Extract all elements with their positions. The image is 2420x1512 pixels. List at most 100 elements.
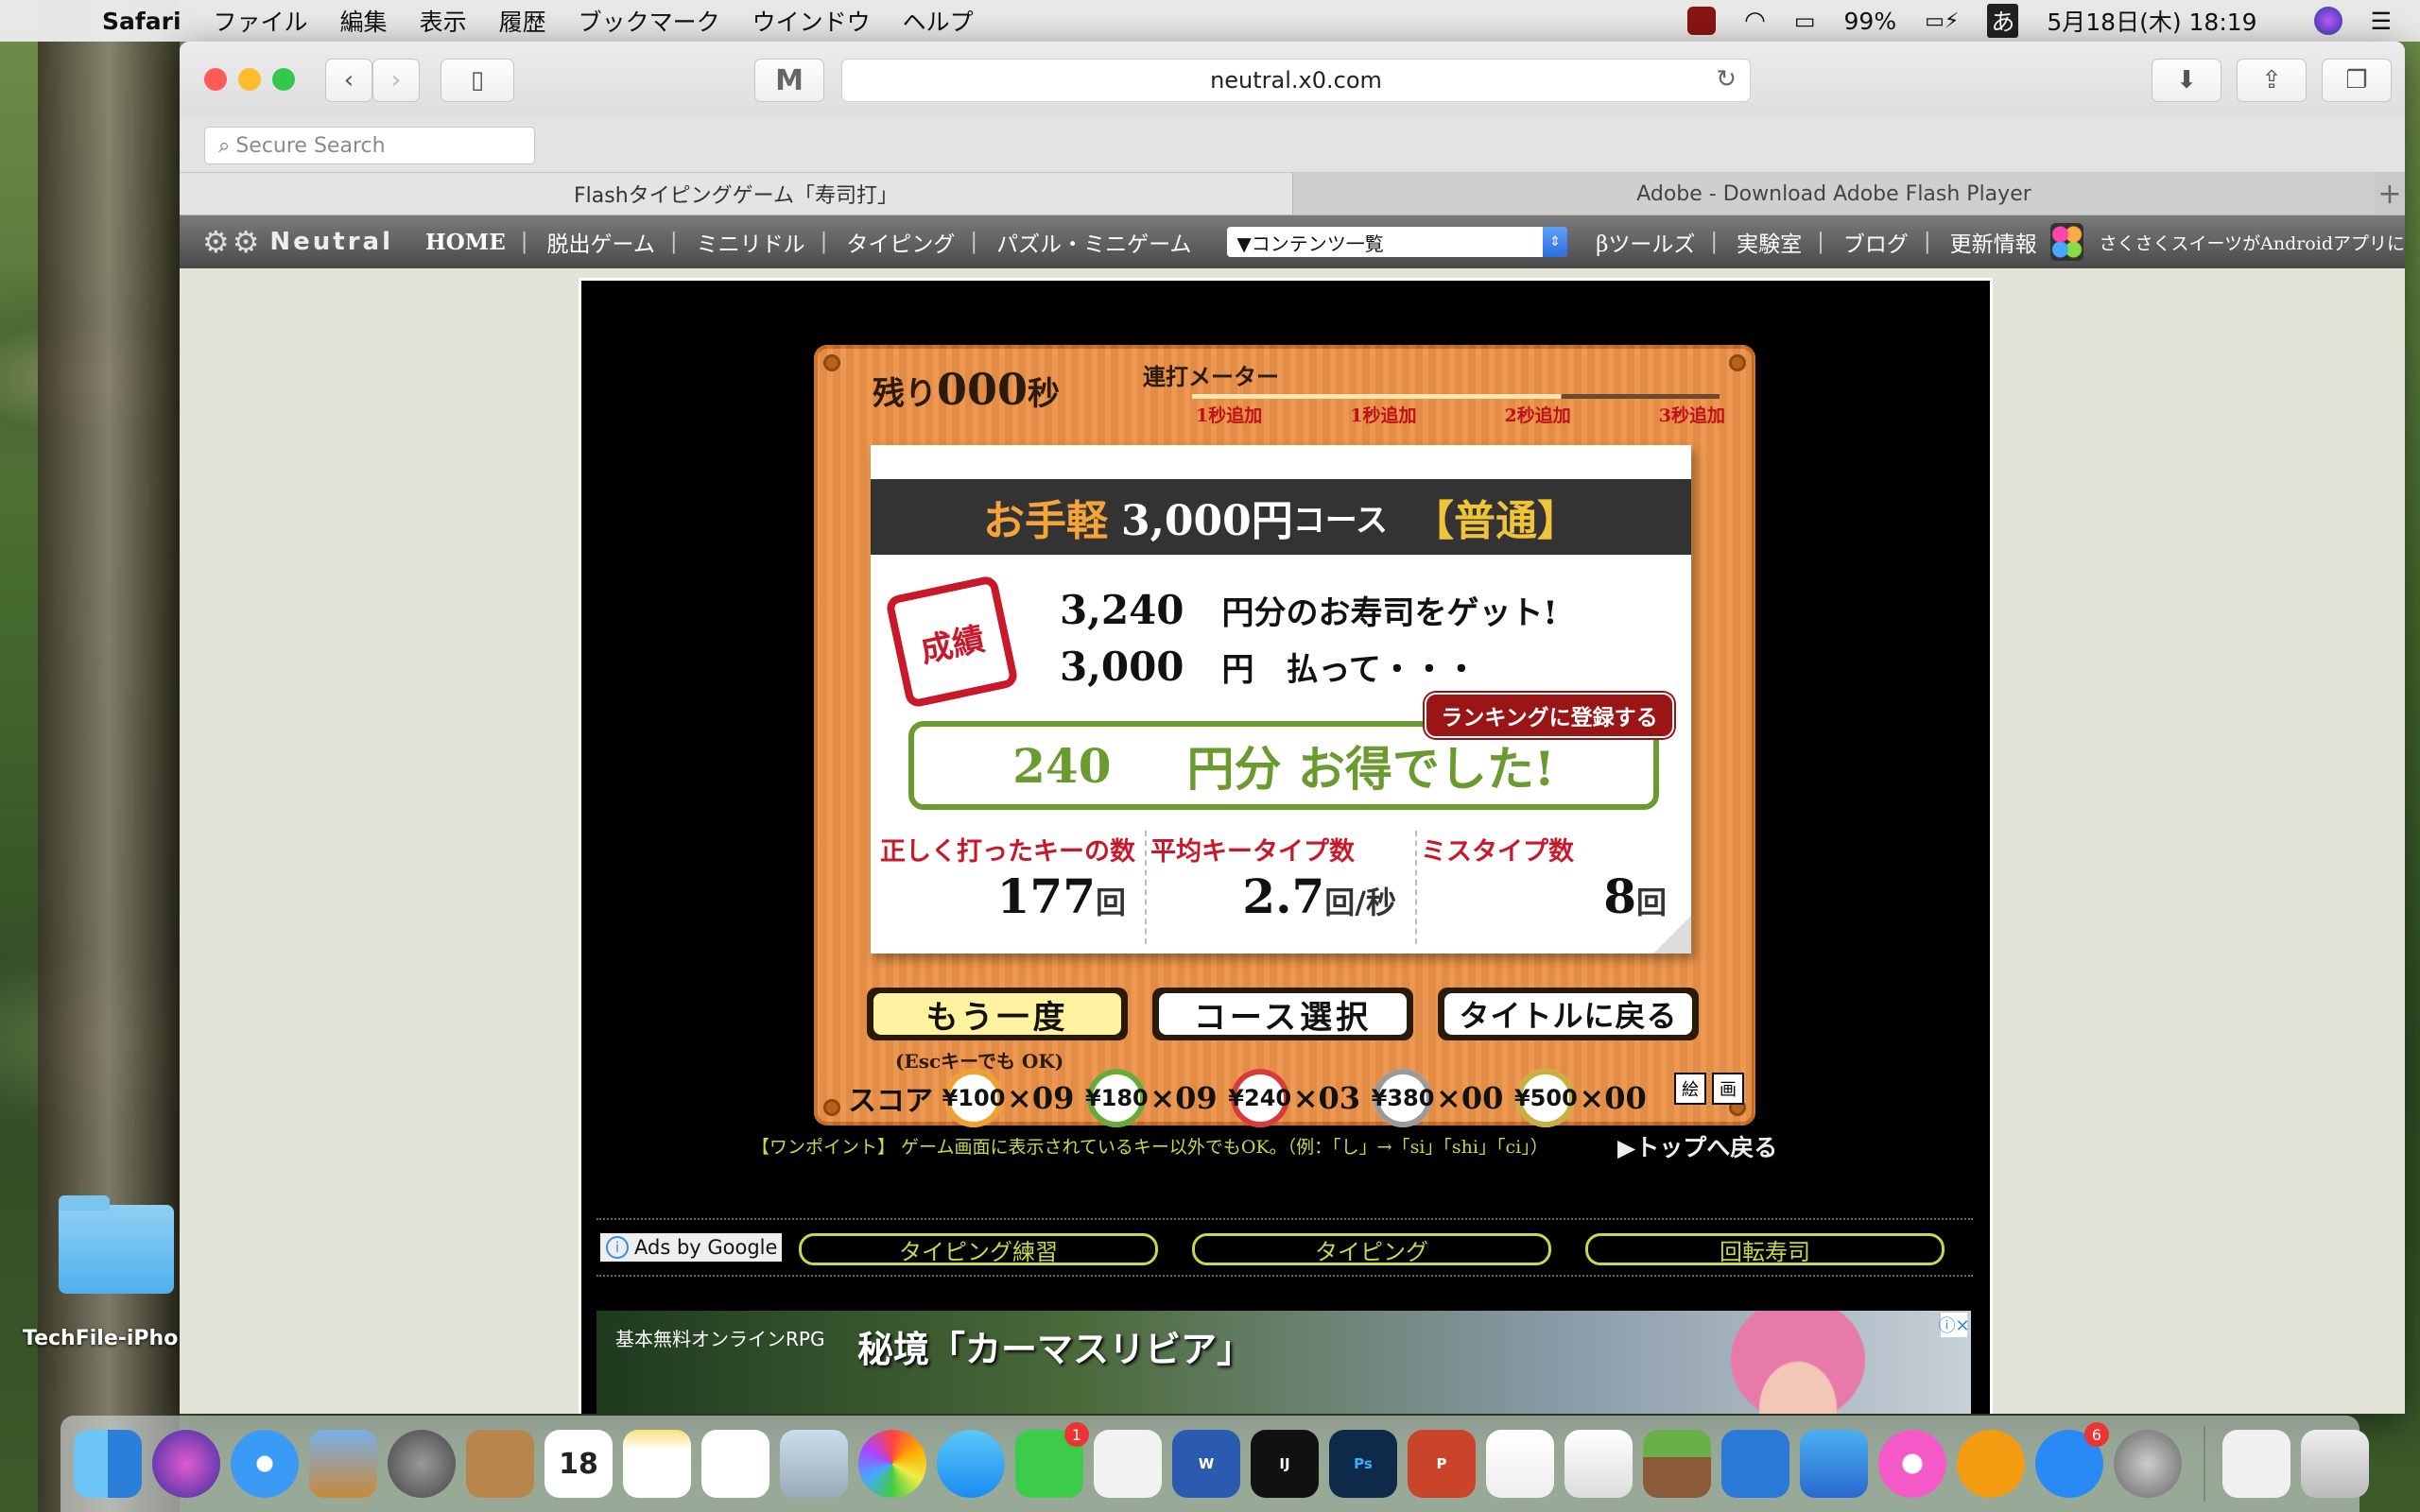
back-button[interactable]: ‹: [325, 59, 372, 102]
ads-by-google[interactable]: i Ads by Google: [600, 1233, 782, 1262]
picture-toggle-icon[interactable]: 絵: [1674, 1073, 1706, 1105]
siri-icon[interactable]: [152, 1430, 220, 1498]
mail-icon[interactable]: [309, 1430, 377, 1498]
extension-button[interactable]: M: [754, 59, 824, 102]
close-window-button[interactable]: [204, 68, 227, 91]
messages-icon[interactable]: [937, 1430, 1005, 1498]
retry-button[interactable]: もう一度: [867, 988, 1128, 1040]
system-preferences-icon[interactable]: [2114, 1430, 2182, 1498]
stat-number: 8: [1603, 868, 1636, 924]
new-tab-button[interactable]: +: [2375, 173, 2405, 215]
battery-percent[interactable]: 99%: [1844, 8, 1897, 35]
nav-beta-tools[interactable]: βツールズ: [1596, 226, 1695, 258]
menu-bookmarks[interactable]: ブックマーク: [579, 4, 720, 38]
sidebar-button[interactable]: ▯: [441, 59, 514, 102]
minecraft-icon[interactable]: [1643, 1430, 1711, 1498]
menu-app-name[interactable]: Safari: [102, 8, 182, 35]
menu-view[interactable]: 表示: [420, 4, 467, 38]
flash-game-area[interactable]: 残り000秒 連打メーター 1秒追加 1秒追加 2秒追加 3秒追加 お手軽 3,…: [579, 278, 1993, 1414]
documents-stack-icon[interactable]: [2222, 1430, 2290, 1498]
stat-label: ミスタイプ数: [1421, 837, 1574, 867]
downloads-button[interactable]: ⬇: [2152, 59, 2221, 102]
itunes-icon[interactable]: [1878, 1430, 1946, 1498]
plate-count: ×09: [1150, 1080, 1218, 1116]
back-to-title-button[interactable]: タイトルに戻る: [1438, 988, 1699, 1040]
menu-edit[interactable]: 編集: [340, 4, 388, 38]
facetime-icon[interactable]: 1: [1015, 1422, 1089, 1498]
ad-link-kaiten-sushi[interactable]: 回転寿司: [1585, 1233, 1945, 1265]
numbers-icon[interactable]: [1564, 1430, 1633, 1498]
notification-center-icon[interactable]: ☰: [2371, 8, 2392, 35]
preview-icon[interactable]: [780, 1430, 848, 1498]
word-icon[interactable]: W: [1172, 1430, 1240, 1498]
nav-puzzle[interactable]: パズル・ミニゲーム: [996, 226, 1191, 258]
menu-history[interactable]: 履歴: [499, 4, 546, 38]
ad-close-icon[interactable]: ⓘ✕: [1938, 1313, 1970, 1337]
search-icon: ⌕: [218, 133, 231, 158]
xcode-icon[interactable]: [1721, 1430, 1789, 1498]
safari-icon[interactable]: [231, 1430, 299, 1498]
clock[interactable]: 5月18日(木) 18:19: [2047, 4, 2256, 38]
notes-icon[interactable]: [623, 1430, 691, 1498]
ad-link-typing-practice[interactable]: タイピング練習: [799, 1233, 1158, 1265]
nav-mini-riddle[interactable]: ミニリドル: [697, 226, 805, 258]
sweets-app-icon[interactable]: [2049, 223, 2084, 261]
app-store-icon[interactable]: 6: [2035, 1422, 2109, 1498]
forward-button[interactable]: ›: [372, 59, 420, 102]
menu-file[interactable]: ファイル: [214, 4, 308, 38]
address-bar[interactable]: neutral.x0.com ↻: [841, 59, 1751, 102]
battery-icon[interactable]: ▭⚡: [1925, 9, 1959, 33]
plate-100: ¥100 ×09: [942, 1069, 1074, 1127]
siri-icon[interactable]: [2313, 7, 2342, 35]
zoom-window-button[interactable]: [272, 68, 295, 91]
intellij-icon[interactable]: IJ: [1251, 1430, 1319, 1498]
powerpoint-icon[interactable]: P: [1408, 1430, 1476, 1498]
register-ranking-button[interactable]: ランキングに登録する: [1425, 693, 1674, 738]
pages-icon[interactable]: [1486, 1430, 1554, 1498]
screen-toggle-icon[interactable]: 画: [1712, 1073, 1744, 1105]
photos-icon[interactable]: [858, 1430, 926, 1498]
plate-180: ¥180 ×09: [1085, 1069, 1218, 1127]
ad-banner[interactable]: 基本無料オンラインRPG 秘境「カーマスリビア」 ⓘ✕: [596, 1311, 1971, 1414]
calendar-icon[interactable]: 18: [544, 1430, 613, 1498]
reload-icon[interactable]: ↻: [1716, 65, 1737, 94]
course-select-button[interactable]: コース選択: [1152, 988, 1413, 1040]
wifi-icon[interactable]: ◠: [1744, 7, 1766, 35]
trash-icon[interactable]: [2301, 1430, 2369, 1498]
game-board: 残り000秒 連打メーター 1秒追加 1秒追加 2秒追加 3秒追加 お手軽 3,…: [814, 345, 1755, 1127]
back-to-top-link[interactable]: ▶トップへ戻る: [1617, 1129, 1777, 1163]
contents-select[interactable]: ▼コンテンツ一覧 ⇕: [1227, 227, 1568, 257]
nav-home[interactable]: HOME: [425, 230, 506, 255]
site-logo[interactable]: ⚙⚙ Neutral: [202, 224, 393, 260]
tab-sushida[interactable]: Flashタイピングゲーム「寿司打」: [180, 173, 1293, 215]
share-button[interactable]: ⇪: [2237, 59, 2307, 102]
nav-divider: |: [820, 230, 828, 254]
ad-link-typing[interactable]: タイピング: [1192, 1233, 1551, 1265]
folder-icon[interactable]: [59, 1195, 174, 1294]
nav-lab[interactable]: 実験室: [1737, 226, 1802, 258]
news-ticker[interactable]: さくさくスイーツがAndroidアプリに: [2099, 230, 2405, 255]
tabs-overview-button[interactable]: ❐: [2322, 59, 2392, 102]
finder-icon[interactable]: [74, 1430, 142, 1498]
minimize-window-button[interactable]: [238, 68, 261, 91]
launchpad-icon[interactable]: [388, 1430, 456, 1498]
keynote-icon[interactable]: [1800, 1430, 1868, 1498]
menu-window[interactable]: ウインドウ: [752, 4, 871, 38]
photoshop-icon[interactable]: Ps: [1329, 1430, 1397, 1498]
ibooks-icon[interactable]: [1957, 1430, 2025, 1498]
folder-label[interactable]: TechFile-iPho: [23, 1327, 178, 1350]
stat-avg-keys: 平均キータイプ数 2.7回/秒: [1147, 831, 1417, 944]
contacts-icon[interactable]: [466, 1430, 534, 1498]
tab-adobe[interactable]: Adobe - Download Adobe Flash Player: [1293, 173, 2375, 215]
input-method[interactable]: あ: [1987, 4, 2019, 38]
menu-help[interactable]: ヘルプ: [903, 4, 974, 38]
nav-escape-game[interactable]: 脱出ゲーム: [547, 226, 655, 258]
reminders-icon[interactable]: [701, 1430, 769, 1498]
nav-blog[interactable]: ブログ: [1843, 226, 1909, 258]
nav-updates[interactable]: 更新情報: [1950, 226, 2037, 258]
mcafee-icon[interactable]: [1687, 7, 1717, 35]
airplay-icon[interactable]: ▭: [1794, 8, 1816, 34]
nav-typing[interactable]: タイピング: [846, 226, 955, 258]
secure-search-input[interactable]: ⌕ Secure Search: [204, 127, 535, 164]
textedit-icon[interactable]: [1094, 1430, 1162, 1498]
